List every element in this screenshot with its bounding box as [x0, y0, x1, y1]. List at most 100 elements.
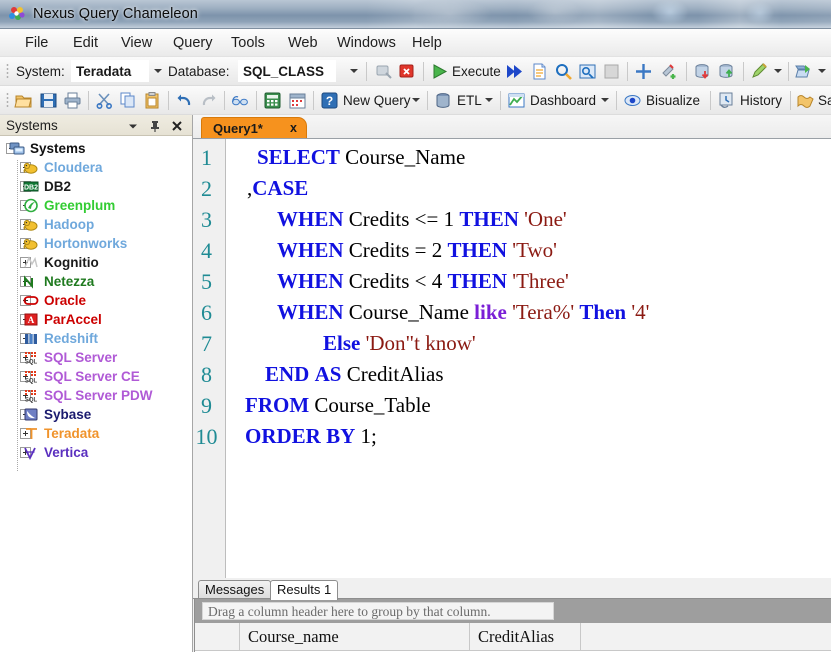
svg-text:?: ?: [326, 94, 333, 108]
edit-pencil-icon[interactable]: [750, 62, 769, 81]
sql-token: FROM: [245, 393, 310, 417]
toolbar-grip[interactable]: [6, 92, 9, 109]
system-dropdown-caret[interactable]: [154, 69, 162, 73]
tab-messages[interactable]: Messages: [198, 580, 272, 599]
chevron-down-icon[interactable]: [126, 119, 140, 133]
tree-node-hortonworks[interactable]: Hortonworks: [20, 234, 190, 253]
glasses-icon[interactable]: [231, 91, 250, 110]
system-combo[interactable]: Teradata: [71, 60, 149, 82]
find-magnifier-icon[interactable]: [554, 62, 573, 81]
tree-node-sql-server[interactable]: SQL SQL Server: [20, 348, 190, 367]
tree-node-paraccel[interactable]: A ParAccel: [20, 310, 190, 329]
tree-node-hadoop[interactable]: Hadoop: [20, 215, 190, 234]
etl-label[interactable]: ETL: [457, 92, 482, 109]
execute-play-icon[interactable]: [430, 62, 449, 81]
menu-file[interactable]: File: [18, 33, 55, 53]
disconnect-icon[interactable]: [374, 62, 393, 81]
sql-code-text[interactable]: SELECT Course_Name ,CASE WHEN Credits <= 1…: [227, 139, 831, 578]
database-combo[interactable]: SQL_CLASS: [238, 60, 336, 82]
tree-node-netezza[interactable]: Netezza: [20, 272, 190, 291]
cut-scissors-icon[interactable]: [95, 91, 114, 110]
toolbar-grip[interactable]: [6, 63, 9, 80]
menu-web[interactable]: Web: [281, 33, 325, 53]
column-header-creditalias[interactable]: CreditAlias: [470, 623, 581, 651]
new-query-dropdown-caret[interactable]: [412, 98, 420, 102]
pencil-dropdown-caret[interactable]: [774, 69, 782, 73]
disconnect-all-icon[interactable]: [398, 62, 417, 81]
paste-icon[interactable]: [143, 91, 162, 110]
calendar-icon[interactable]: [288, 91, 307, 110]
move-data-icon[interactable]: [794, 62, 813, 81]
tree-node-label: Systems: [30, 141, 86, 156]
systems-tree[interactable]: Systems Cloudera DB2 DB2 Greenplum Hadoo…: [0, 136, 192, 651]
samples-icon[interactable]: [796, 91, 815, 110]
etl-icon[interactable]: [434, 91, 453, 110]
tab-results-1[interactable]: Results 1: [270, 580, 339, 600]
sqlserver-icon: SQL: [25, 371, 37, 384]
tree-node-kognitio[interactable]: Kognitio: [20, 253, 190, 272]
query-tab-close-icon[interactable]: x: [290, 120, 297, 137]
menu-windows[interactable]: Windows: [330, 33, 403, 53]
dashboard-dropdown-caret[interactable]: [601, 98, 609, 102]
menu-edit[interactable]: Edit: [66, 33, 105, 53]
tree-node-systems-root[interactable]: Systems: [6, 139, 186, 158]
close-icon[interactable]: [170, 119, 184, 133]
bisualize-label[interactable]: Bisualize: [646, 92, 700, 109]
pin-icon[interactable]: [148, 119, 162, 133]
tree-node-label: Kognitio: [44, 255, 99, 270]
redo-arrow-icon[interactable]: [199, 91, 218, 110]
open-folder-icon[interactable]: [14, 91, 33, 110]
calculator-icon[interactable]: [263, 91, 282, 110]
tree-node-vertica[interactable]: Vertica: [20, 443, 190, 462]
stop-icon[interactable]: [602, 62, 621, 81]
dashboard-chart-icon[interactable]: [507, 91, 526, 110]
db2-icon: DB2: [23, 181, 39, 192]
database-dropdown-caret[interactable]: [350, 69, 358, 73]
sql-editor[interactable]: 1 2 3 4 5 6 7 8 9 10 SELECT Course_Name,…: [193, 138, 831, 578]
preview-window-icon[interactable]: [578, 62, 597, 81]
tree-node-oracle[interactable]: Oracle: [20, 291, 190, 310]
menu-query[interactable]: Query: [166, 33, 220, 53]
tree-node-redshift[interactable]: Redshift: [20, 329, 190, 348]
etl-dropdown-caret[interactable]: [485, 98, 493, 102]
undo-arrow-icon[interactable]: [175, 91, 194, 110]
dashboard-label[interactable]: Dashboard: [530, 92, 596, 109]
tree-node-sql-server-ce[interactable]: SQL SQL Server CE: [20, 367, 190, 386]
query-tab-query1[interactable]: Query1* x: [201, 117, 307, 138]
elephant-icon: [23, 162, 38, 174]
menu-help[interactable]: Help: [405, 33, 449, 53]
explain-page-icon[interactable]: [530, 62, 549, 81]
column-header-course-name[interactable]: Course_name: [240, 623, 470, 651]
netezza-icon: [24, 275, 33, 289]
history-icon[interactable]: [717, 91, 736, 110]
tree-node-label: Sybase: [44, 407, 92, 422]
sql-line-3: WHEN Credits <= 1 THEN 'One': [277, 204, 567, 235]
copy-icon[interactable]: [119, 91, 138, 110]
tree-node-cloudera[interactable]: Cloudera: [20, 158, 190, 177]
results-grid[interactable]: Course_name CreditAlias 1Advanced SQLThr…: [194, 623, 831, 652]
tree-node-sql-server-pdw[interactable]: SQL SQL Server PDW: [20, 386, 190, 405]
print-icon[interactable]: [63, 91, 82, 110]
tree-node-greenplum[interactable]: Greenplum: [20, 196, 190, 215]
tree-node-teradata[interactable]: Teradata: [20, 424, 190, 443]
execute-label[interactable]: Execute: [452, 63, 501, 80]
samples-label[interactable]: Sam: [818, 92, 831, 109]
add-object-icon[interactable]: [660, 62, 679, 81]
menu-tools[interactable]: Tools: [224, 33, 272, 53]
import-data-icon[interactable]: [693, 62, 712, 81]
query-tab-strip: Query1* x: [193, 115, 831, 138]
menu-view[interactable]: View: [114, 33, 159, 53]
tree-node-sybase[interactable]: Sybase: [20, 405, 190, 424]
export-data-icon[interactable]: [717, 62, 736, 81]
bisualize-eye-icon[interactable]: [623, 91, 642, 110]
add-plus-icon[interactable]: [634, 62, 653, 81]
history-label[interactable]: History: [740, 92, 782, 109]
group-by-dropzone[interactable]: Drag a column header here to group by th…: [202, 602, 554, 620]
group-by-bar[interactable]: Drag a column header here to group by th…: [194, 599, 831, 623]
new-query-label[interactable]: New Query: [343, 92, 411, 109]
move-dropdown-caret[interactable]: [818, 69, 826, 73]
new-query-icon[interactable]: ?: [320, 91, 339, 110]
save-disk-icon[interactable]: [39, 91, 58, 110]
tree-node-db2[interactable]: DB2 DB2: [20, 177, 190, 196]
execute-all-icon[interactable]: [505, 62, 524, 81]
